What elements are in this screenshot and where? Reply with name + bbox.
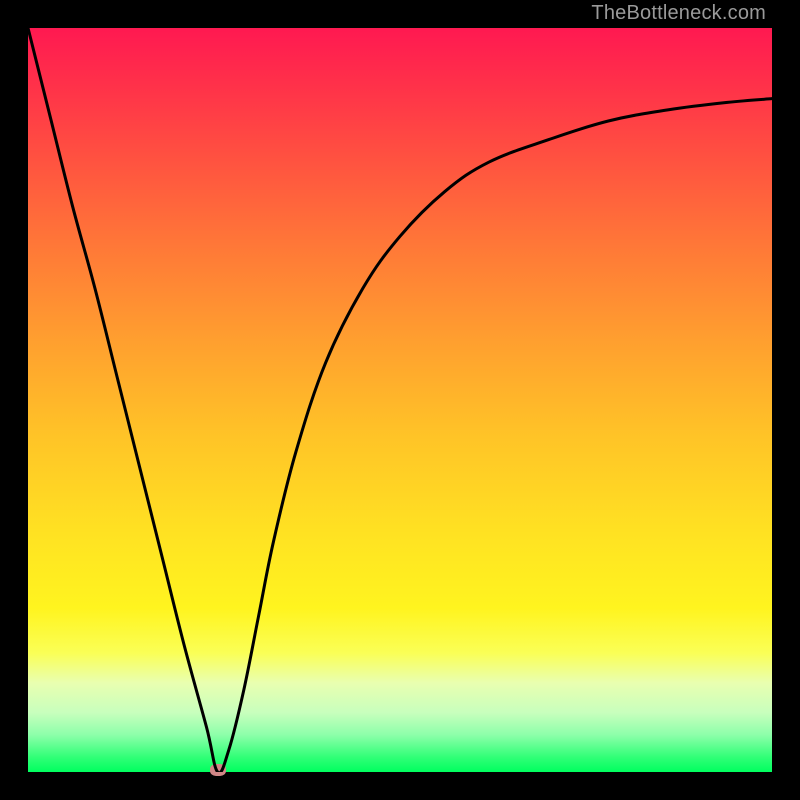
bottleneck-curve bbox=[28, 28, 772, 772]
watermark-text: TheBottleneck.com bbox=[591, 2, 766, 25]
